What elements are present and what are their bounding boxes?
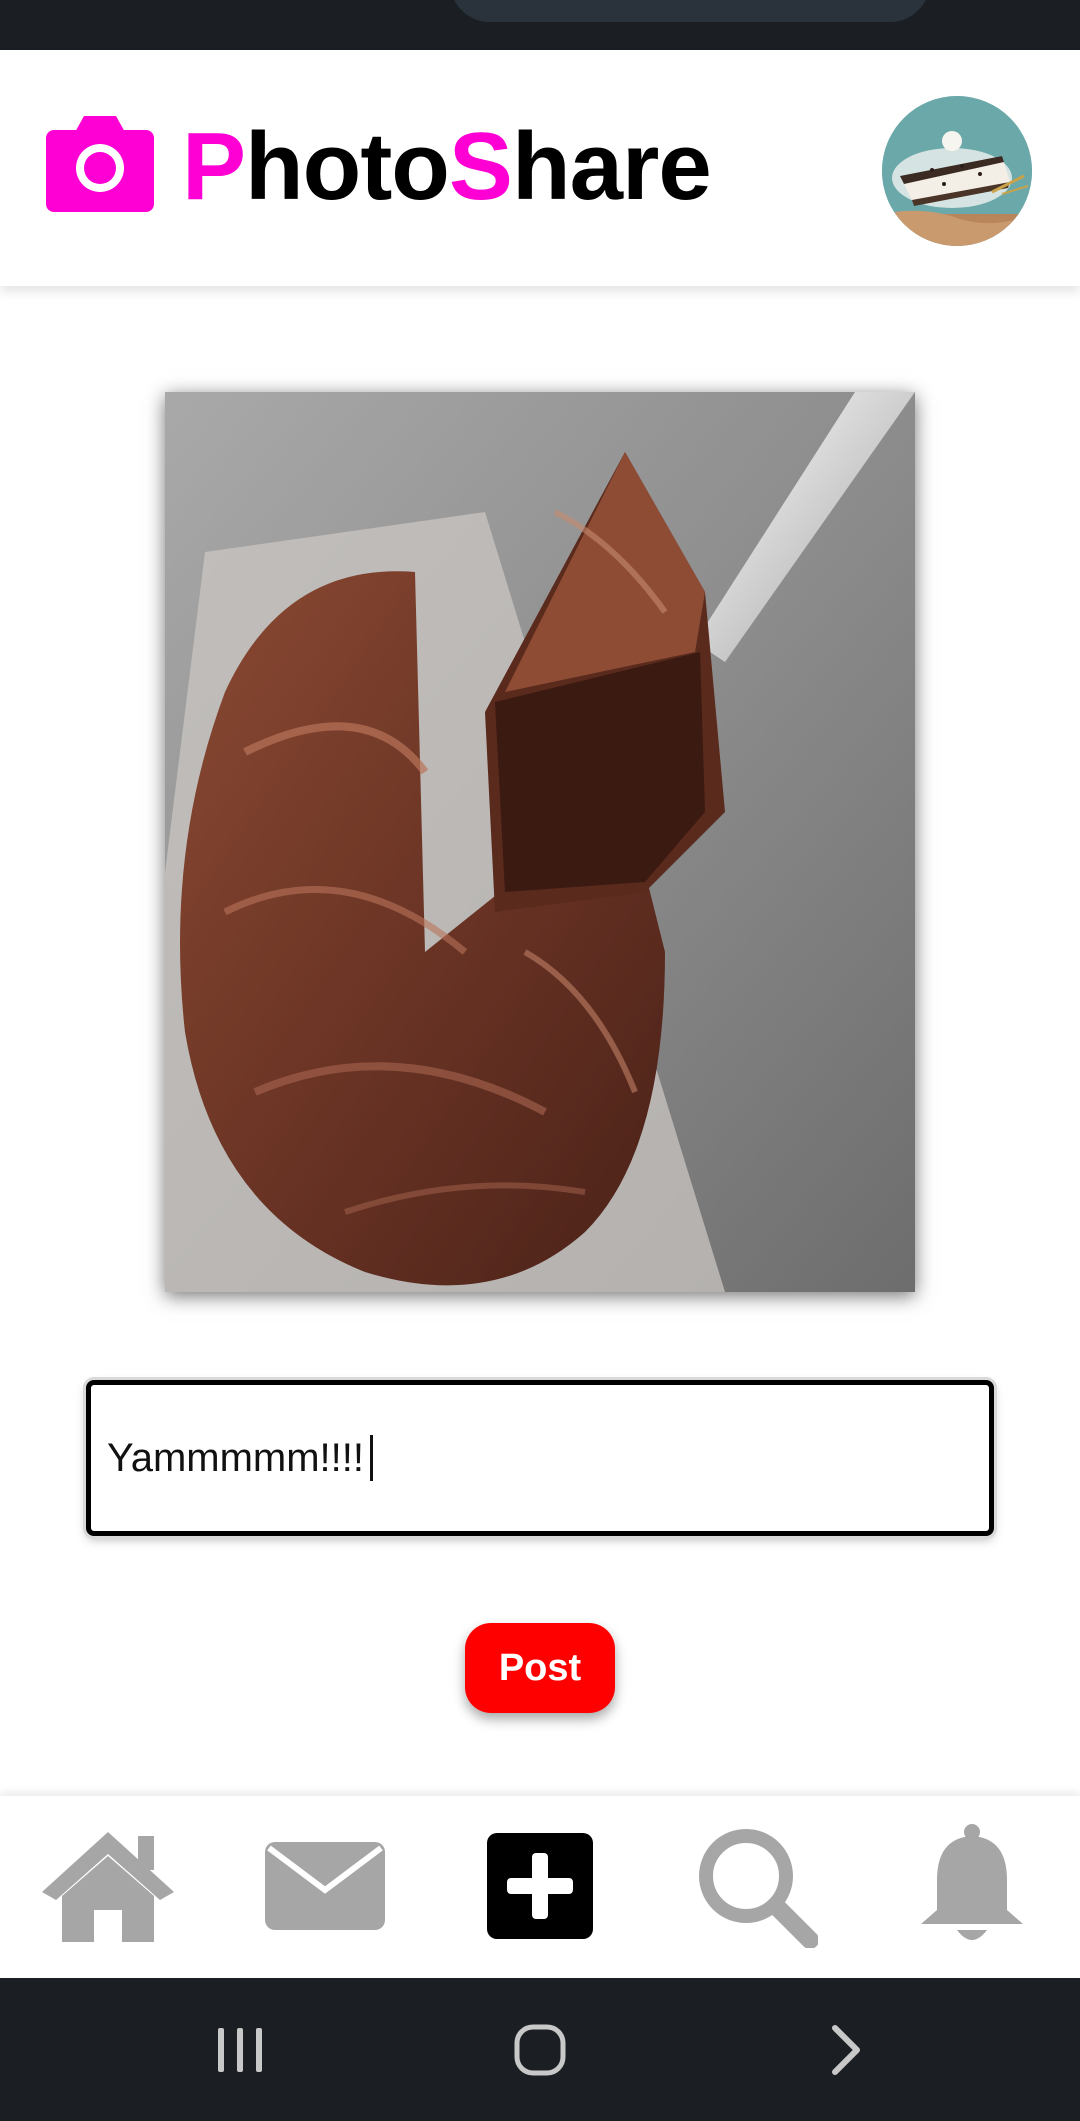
status-bar [0, 0, 1080, 50]
chocolate-cake-photo [165, 392, 915, 1292]
nav-search[interactable] [686, 1816, 826, 1956]
nav-notifications[interactable] [902, 1816, 1042, 1956]
pie-avatar-image [882, 96, 1032, 246]
mail-icon [265, 1842, 385, 1930]
back-chevron-icon [832, 2024, 860, 2075]
back-button[interactable] [775, 1978, 915, 2121]
post-button[interactable]: Post [465, 1623, 615, 1713]
nav-add-post[interactable] [470, 1816, 610, 1956]
caption-input[interactable]: Yammmmm!!!! [86, 1380, 994, 1536]
home-system-button[interactable] [470, 1978, 610, 2121]
caption-input-value: Yammmmm!!!! [107, 1435, 365, 1480]
nav-home[interactable] [38, 1816, 178, 1956]
text-caret [370, 1435, 374, 1481]
app-header: PhotoShare [0, 50, 1080, 286]
nav-messages[interactable] [255, 1816, 395, 1956]
add-icon [487, 1833, 593, 1939]
camera-icon [46, 116, 154, 212]
post-photo [165, 392, 915, 1292]
camera-cutout [450, 0, 930, 22]
system-nav-bar [0, 1978, 1080, 2121]
app-title-accent-s: S [448, 113, 513, 220]
home-circle-icon [514, 2024, 566, 2075]
photoshare-screen: PhotoShare Yammmmm!!!! Post [0, 0, 1080, 2121]
search-icon [699, 1829, 818, 1948]
recents-button[interactable] [170, 1978, 310, 2121]
profile-avatar[interactable] [882, 96, 1032, 246]
app-title-hoto: hoto [245, 113, 450, 220]
recents-icon [218, 2027, 262, 2072]
bell-icon [921, 1824, 1023, 1940]
app-title: PhotoShare [182, 112, 712, 222]
app-title-hare: hare [511, 113, 712, 220]
bottom-nav [0, 1796, 1080, 1978]
app-title-accent-p: P [182, 113, 246, 220]
home-icon [42, 1832, 174, 1942]
